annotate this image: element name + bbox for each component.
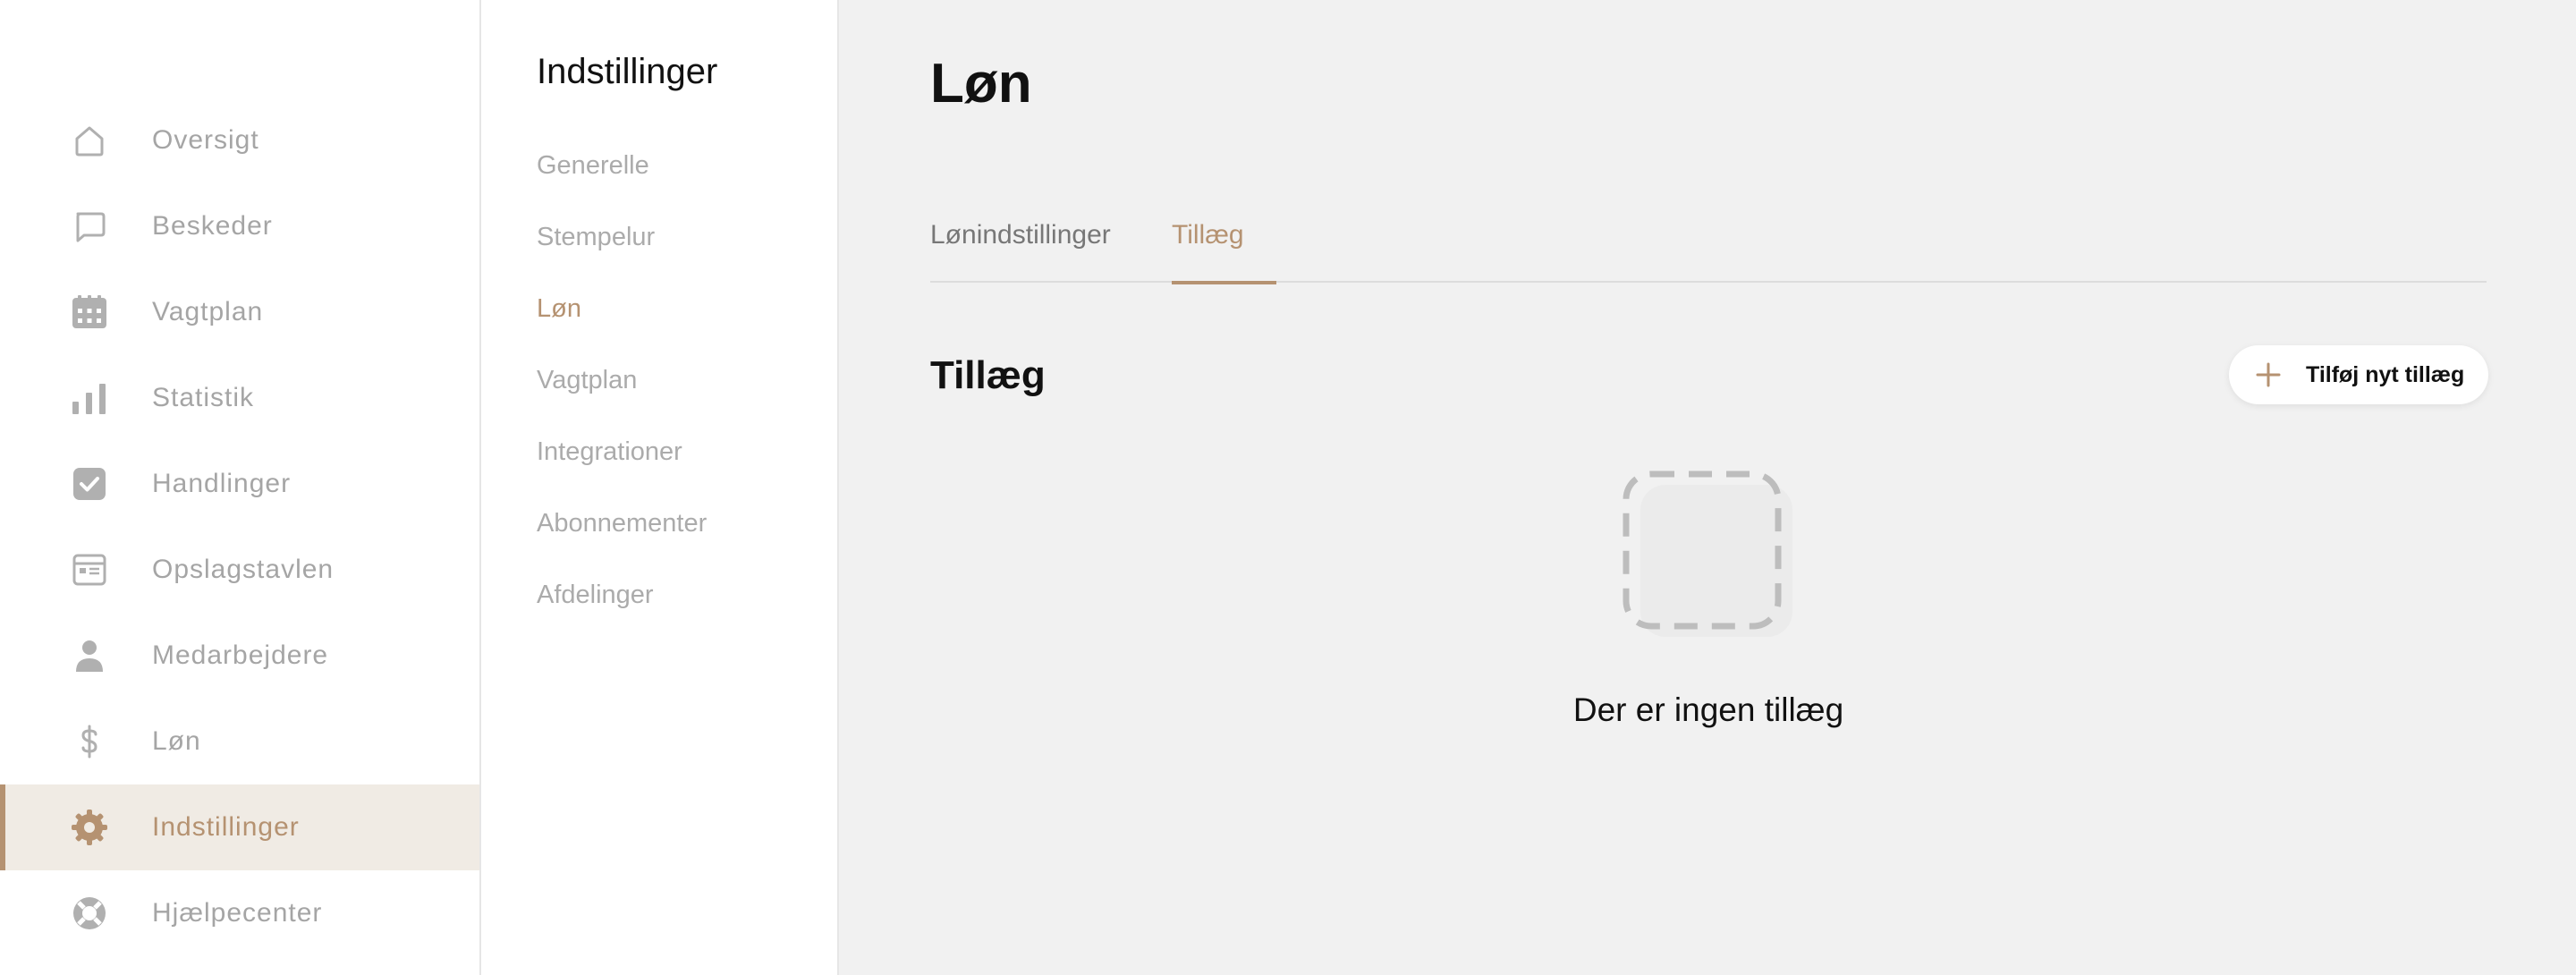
- sidebar-item-label: Beskeder: [152, 211, 273, 241]
- subnav-item-abonnementer[interactable]: Abonnementer: [537, 504, 707, 543]
- subnav-title: Indstillinger: [537, 52, 718, 91]
- tab-bar: Lønindstillinger Tillæg: [930, 206, 2487, 284]
- subnav-item-afdelinger[interactable]: Afdelinger: [537, 575, 654, 615]
- section-title: Tillæg: [930, 353, 1046, 397]
- add-supplement-button[interactable]: Tilføj nyt tillæg: [2229, 345, 2488, 404]
- sidebar-item-indstillinger[interactable]: Indstillinger: [0, 784, 479, 870]
- empty-state-text: Der er ingen tillæg: [1572, 691, 1844, 728]
- add-button-label: Tilføj nyt tillæg: [2306, 362, 2465, 387]
- tab-loenindstillinger[interactable]: Lønindstillinger: [930, 206, 1111, 283]
- calendar-icon: [70, 294, 109, 330]
- sidebar-item-statistik[interactable]: Statistik: [0, 355, 479, 441]
- settings-subnav: Indstillinger Generelle Stempelur Løn Va…: [481, 0, 839, 975]
- sidebar-item-label: Statistik: [152, 383, 255, 412]
- subnav-item-generelle[interactable]: Generelle: [537, 146, 649, 185]
- sidebar-item-oversigt[interactable]: Oversigt: [0, 98, 479, 183]
- sidebar-item-label: Oversigt: [152, 125, 259, 155]
- sidebar-item-label: Medarbejdere: [152, 640, 329, 670]
- subnav-item-loen[interactable]: Løn: [537, 289, 581, 328]
- checkbox-icon: [70, 466, 109, 502]
- empty-state-illustration: [1619, 465, 1798, 644]
- sidebar-item-medarbejdere[interactable]: Medarbejdere: [0, 613, 479, 699]
- sidebar-item-opslagstavlen[interactable]: Opslagstavlen: [0, 527, 479, 613]
- sidebar-item-beskeder[interactable]: Beskeder: [0, 183, 479, 269]
- subnav-item-vagtplan[interactable]: Vagtplan: [537, 360, 637, 400]
- subnav-item-integrationer[interactable]: Integrationer: [537, 432, 682, 471]
- sidebar-item-handlinger[interactable]: Handlinger: [0, 441, 479, 527]
- sidebar-item-label: Løn: [152, 726, 201, 756]
- board-icon: [70, 552, 109, 588]
- subnav-item-stempelur[interactable]: Stempelur: [537, 217, 655, 257]
- sidebar-item-vagtplan[interactable]: Vagtplan: [0, 269, 479, 355]
- main-content: Løn Lønindstillinger Tillæg Tillæg Tilfø…: [841, 0, 2576, 975]
- tab-tillaeg[interactable]: Tillæg: [1172, 206, 1275, 284]
- sidebar-item-label: Opslagstavlen: [152, 555, 335, 584]
- gear-icon: [70, 810, 109, 845]
- sidebar-item-label: Handlinger: [152, 469, 292, 498]
- message-icon: [70, 208, 109, 244]
- page-title: Løn: [930, 53, 1032, 114]
- dollar-icon: [70, 724, 109, 759]
- home-icon: [70, 123, 109, 158]
- sidebar-item-label: Vagtplan: [152, 297, 264, 326]
- bar-chart-icon: [70, 380, 109, 416]
- sidebar-item-label: Indstillinger: [152, 812, 300, 842]
- lifebuoy-icon: [70, 895, 109, 931]
- sidebar-item-hjaelpecenter[interactable]: Hjælpecenter: [0, 870, 479, 956]
- sidebar-item-loen[interactable]: Løn: [0, 699, 479, 784]
- person-icon: [70, 638, 109, 674]
- plus-icon: [2256, 362, 2281, 387]
- main-sidebar: Oversigt Beskeder Vagtplan Statistik Han…: [0, 0, 481, 975]
- sidebar-item-label: Hjælpecenter: [152, 898, 323, 928]
